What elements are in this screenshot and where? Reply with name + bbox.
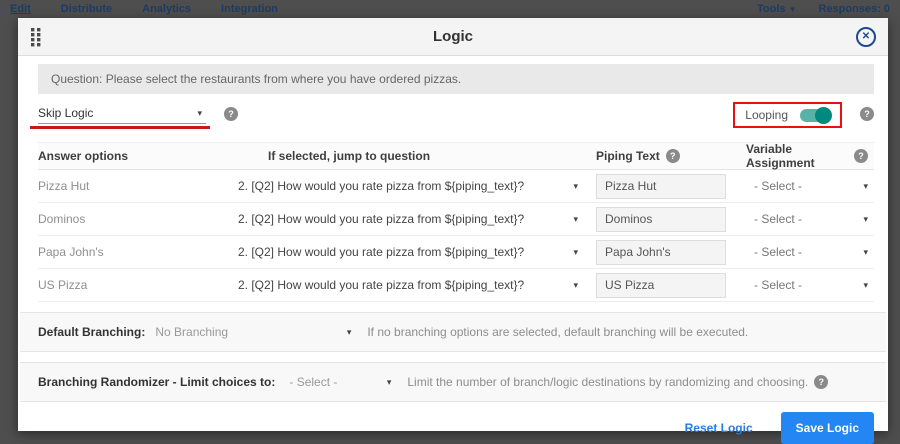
chevron-down-icon: ▾ (387, 377, 392, 388)
answer-option-label: Dominos (38, 212, 223, 226)
looping-toggle[interactable] (800, 109, 830, 122)
save-logic-button[interactable]: Save Logic (781, 412, 874, 444)
answer-option-label: US Pizza (38, 278, 223, 292)
help-icon-variable[interactable]: ? (854, 149, 868, 163)
looping-label: Looping (745, 108, 788, 122)
jump-question-dropdown[interactable]: 2. [Q2] How would you rate pizza from ${… (223, 212, 578, 226)
modal-title: Logic (18, 28, 888, 45)
table-row: Pizza Hut 2. [Q2] How would you rate piz… (38, 170, 874, 203)
tools-menu[interactable]: Tools▼ (757, 3, 796, 15)
drag-handle-icon[interactable] (30, 26, 42, 48)
table-row: US Pizza 2. [Q2] How would you rate pizz… (38, 269, 874, 302)
logic-type-dropdown[interactable]: Skip Logic ▾ (38, 104, 206, 124)
question-bar: Question: Please select the restaurants … (38, 64, 874, 94)
default-branching-hint: If no branching options are selected, de… (367, 325, 748, 339)
logic-type-row: Skip Logic ▾ ? Looping ? (38, 104, 874, 134)
table-row: Dominos 2. [Q2] How would you rate pizza… (38, 203, 874, 236)
menu-analytics[interactable]: Analytics (142, 3, 191, 15)
menu-integration[interactable]: Integration (221, 3, 278, 15)
default-branching-bar: Default Branching: No Branching ▾ If no … (20, 312, 886, 352)
logic-table: Answer options If selected, jump to ques… (38, 142, 874, 302)
chevron-down-icon: ▾ (347, 327, 352, 338)
modal-header: Logic ✕ (18, 18, 888, 56)
chevron-down-icon: ▾ (863, 214, 868, 225)
jump-question-dropdown[interactable]: 2. [Q2] How would you rate pizza from ${… (223, 179, 578, 193)
jump-question-dropdown[interactable]: 2. [Q2] How would you rate pizza from ${… (223, 245, 578, 259)
header-piping-text: Piping Text? (578, 149, 738, 163)
chevron-down-icon: ▾ (863, 247, 868, 258)
help-icon-randomizer[interactable]: ? (814, 375, 828, 389)
branching-randomizer-dropdown[interactable]: - Select - ▾ (289, 375, 391, 389)
variable-assignment-dropdown[interactable]: - Select -▾ (746, 278, 868, 292)
branching-randomizer-bar: Branching Randomizer - Limit choices to:… (20, 362, 886, 402)
menu-distribute[interactable]: Distribute (61, 3, 112, 15)
reset-logic-link[interactable]: Reset Logic (685, 421, 753, 435)
logic-modal: Logic ✕ Question: Please select the rest… (18, 18, 888, 431)
top-menu-bar: Edit Distribute Analytics Integration To… (0, 0, 900, 18)
variable-assignment-dropdown[interactable]: - Select -▾ (746, 179, 868, 193)
jump-question-dropdown[interactable]: 2. [Q2] How would you rate pizza from ${… (223, 278, 578, 292)
menu-edit[interactable]: Edit (10, 3, 31, 15)
table-header-row: Answer options If selected, jump to ques… (38, 142, 874, 170)
modal-footer: Reset Logic Save Logic (38, 412, 874, 444)
looping-annotation-box: Looping (733, 102, 842, 128)
close-icon[interactable]: ✕ (856, 27, 876, 47)
answer-option-label: Papa John's (38, 245, 223, 259)
modal-body: Question: Please select the restaurants … (18, 56, 888, 444)
piping-text-input[interactable] (596, 273, 726, 298)
variable-assignment-dropdown[interactable]: - Select -▾ (746, 212, 868, 226)
chevron-down-icon: ▾ (863, 280, 868, 291)
table-row: Papa John's 2. [Q2] How would you rate p… (38, 236, 874, 269)
piping-text-input[interactable] (596, 207, 726, 232)
help-icon-looping[interactable]: ? (860, 107, 874, 121)
responses-count[interactable]: Responses: 0 (818, 3, 890, 15)
header-answer-options: Answer options (38, 149, 223, 163)
red-underline-annotation (30, 126, 210, 129)
chevron-down-icon: ▾ (197, 108, 202, 119)
default-branching-label: Default Branching: (38, 325, 145, 339)
top-menu-right: Tools▼ Responses: 0 (757, 3, 890, 15)
header-jump-question: If selected, jump to question (223, 149, 578, 163)
logic-type-value: Skip Logic (38, 106, 93, 120)
default-branching-dropdown[interactable]: No Branching ▾ (155, 325, 351, 339)
piping-text-input[interactable] (596, 240, 726, 265)
toggle-knob (815, 107, 832, 124)
piping-text-input[interactable] (596, 174, 726, 199)
help-icon-piping[interactable]: ? (666, 149, 680, 163)
branching-randomizer-hint: Limit the number of branch/logic destina… (407, 375, 808, 389)
chevron-down-icon: ▼ (789, 5, 797, 14)
logic-type-wrap: Skip Logic ▾ (38, 104, 206, 129)
top-menu-left: Edit Distribute Analytics Integration (10, 3, 278, 15)
branching-randomizer-label: Branching Randomizer - Limit choices to: (38, 375, 275, 389)
help-icon-logic-type[interactable]: ? (224, 107, 238, 121)
variable-assignment-dropdown[interactable]: - Select -▾ (746, 245, 868, 259)
header-variable-assignment: Variable Assignment? (738, 142, 874, 170)
answer-option-label: Pizza Hut (38, 179, 223, 193)
chevron-down-icon: ▾ (863, 181, 868, 192)
